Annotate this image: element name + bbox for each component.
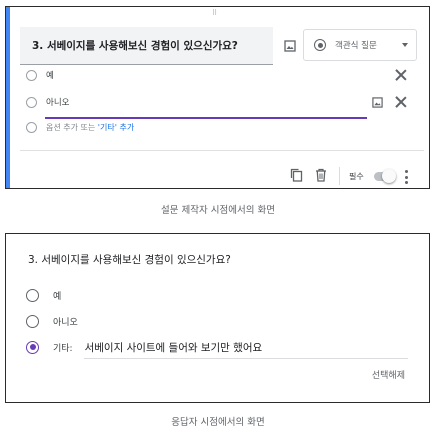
toggle-knob xyxy=(382,169,396,183)
question-type-label: 객관식 질문 xyxy=(335,41,377,51)
radio-unchecked-icon[interactable] xyxy=(26,288,39,302)
radio-unchecked-icon[interactable] xyxy=(26,314,39,328)
add-option-row[interactable]: 옵션 추가 또는 '기타' 추가 xyxy=(26,117,134,137)
other-text-input[interactable]: 서베이지 사이트에 들어와 보기만 했어요 xyxy=(85,340,263,355)
radio-unchecked-icon xyxy=(26,96,37,108)
question-title-input[interactable]: 3. 서베이지를 사용해보신 경험이 있으신가요? xyxy=(20,27,273,65)
option-label[interactable]: 아니오 xyxy=(46,96,69,108)
delete-button[interactable] xyxy=(315,167,327,186)
question-editor-card: ⠿ 3. 서베이지를 사용해보신 경험이 있으신가요? 객관식 질문 예 아니오… xyxy=(5,6,430,189)
add-option-text[interactable]: 옵션 추가 또는 '기타' 추가 xyxy=(46,122,134,133)
choice-option-other[interactable]: 기타: 서베이지 사이트에 들어와 보기만 했어요 xyxy=(26,338,262,356)
chevron-down-icon xyxy=(402,43,408,47)
add-image-button[interactable] xyxy=(282,38,298,54)
choice-label[interactable]: 예 xyxy=(53,289,61,302)
radio-unchecked-icon xyxy=(26,69,37,81)
respondent-caption: 응답자 시점에서의 화면 xyxy=(171,417,265,428)
add-option-link[interactable]: 옵션 추가 또는 xyxy=(46,123,98,132)
footer-divider xyxy=(20,150,424,151)
option-label[interactable]: 예 xyxy=(46,69,54,81)
radio-checked-icon xyxy=(314,39,326,51)
choice-option-yes[interactable]: 예 xyxy=(26,286,61,304)
radio-unchecked-icon xyxy=(26,121,37,133)
more-options-icon[interactable] xyxy=(405,170,409,184)
clear-selection-button[interactable]: 선택해제 xyxy=(372,368,405,381)
add-other-link[interactable]: '기타' 추가 xyxy=(98,123,134,132)
active-card-accent xyxy=(6,7,10,188)
respondent-question-card: 3. 서베이지를 사용해보신 경험이 있으신가요? 예 아니오 기타: 서베이지… xyxy=(5,233,430,403)
image-icon xyxy=(284,40,296,52)
radio-checked-icon[interactable] xyxy=(26,340,39,354)
choice-option-no[interactable]: 아니오 xyxy=(26,312,78,330)
option-row[interactable]: 예 xyxy=(26,65,54,85)
required-toggle[interactable] xyxy=(374,169,396,183)
remove-option-icon[interactable] xyxy=(395,96,407,108)
option-row-active[interactable]: 아니오 xyxy=(26,92,69,112)
drag-handle-icon[interactable]: ⠿ xyxy=(212,9,218,17)
trash-icon xyxy=(316,168,326,182)
copy-icon xyxy=(290,168,303,182)
choice-label[interactable]: 아니오 xyxy=(53,315,78,328)
remove-option-icon[interactable] xyxy=(395,69,407,81)
question-title: 3. 서베이지를 사용해보신 경험이 있으신가요? xyxy=(28,254,231,266)
footer-separator xyxy=(339,167,340,185)
duplicate-button[interactable] xyxy=(290,167,303,186)
other-input-underline xyxy=(84,358,408,359)
question-type-dropdown[interactable]: 객관식 질문 xyxy=(303,29,417,61)
required-label: 필수 xyxy=(349,172,364,181)
image-icon xyxy=(371,96,383,108)
editor-caption: 설문 제작자 시점에서의 화면 xyxy=(161,205,275,216)
option-image-button[interactable] xyxy=(369,94,385,110)
other-label[interactable]: 기타: xyxy=(53,341,73,354)
